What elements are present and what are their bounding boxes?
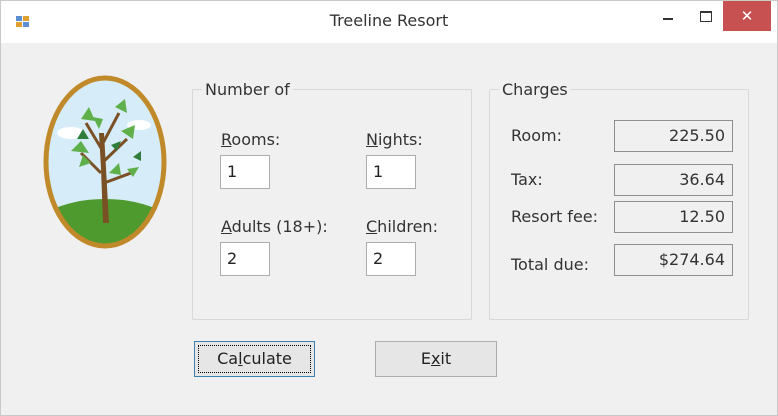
nights-label-text: ights: — [377, 130, 423, 149]
tax-value: 36.64 — [614, 164, 733, 196]
children-label: Children: — [366, 217, 438, 236]
exit-label-pre: E — [420, 349, 431, 368]
title-bar: Treeline Resort ✕ — [1, 1, 777, 43]
number-of-group-title: Number of — [202, 80, 293, 99]
adults-label-text: dults (18+): — [231, 217, 328, 236]
exit-label-mnemonic: x — [430, 349, 441, 368]
rooms-label-mnemonic: R — [221, 130, 232, 149]
exit-label-post: it — [440, 349, 452, 368]
adults-input[interactable]: 2 — [220, 242, 270, 276]
close-button[interactable]: ✕ — [723, 1, 771, 31]
minimize-button[interactable] — [652, 1, 684, 31]
nights-label: Nights: — [366, 130, 423, 149]
focus-rectangle — [198, 345, 311, 373]
maximize-button[interactable] — [691, 1, 721, 31]
close-icon: ✕ — [740, 6, 754, 25]
adults-label: Adults (18+): — [221, 217, 328, 236]
children-label-text: hildren: — [377, 217, 438, 236]
rooms-label: Rooms: — [221, 130, 280, 149]
main-window: Treeline Resort ✕ Number of Rooms: 1 Nig… — [0, 0, 778, 416]
minimize-icon — [663, 18, 673, 20]
resort-fee-value: 12.50 — [614, 201, 733, 233]
nights-input[interactable]: 1 — [366, 155, 416, 189]
nights-label-mnemonic: N — [366, 130, 378, 149]
room-charge-value: 225.50 — [614, 120, 733, 152]
total-due-value: $274.64 — [614, 244, 733, 276]
children-input[interactable]: 2 — [366, 242, 416, 276]
resort-fee-label: Resort fee: — [511, 207, 599, 226]
adults-label-mnemonic: A — [221, 217, 232, 236]
resort-logo-image — [41, 73, 169, 251]
rooms-label-text: ooms: — [231, 130, 281, 149]
room-charge-label: Room: — [511, 126, 562, 145]
rooms-input[interactable]: 1 — [220, 155, 270, 189]
exit-button[interactable]: Exit — [375, 341, 497, 377]
total-due-label: Total due: — [511, 255, 589, 274]
charges-group-title: Charges — [499, 80, 571, 99]
children-label-mnemonic: C — [366, 217, 378, 236]
calculate-button[interactable]: Calculate — [194, 341, 315, 377]
number-of-groupbox — [192, 89, 472, 320]
tax-label: Tax: — [511, 170, 543, 189]
maximize-icon — [700, 10, 712, 22]
